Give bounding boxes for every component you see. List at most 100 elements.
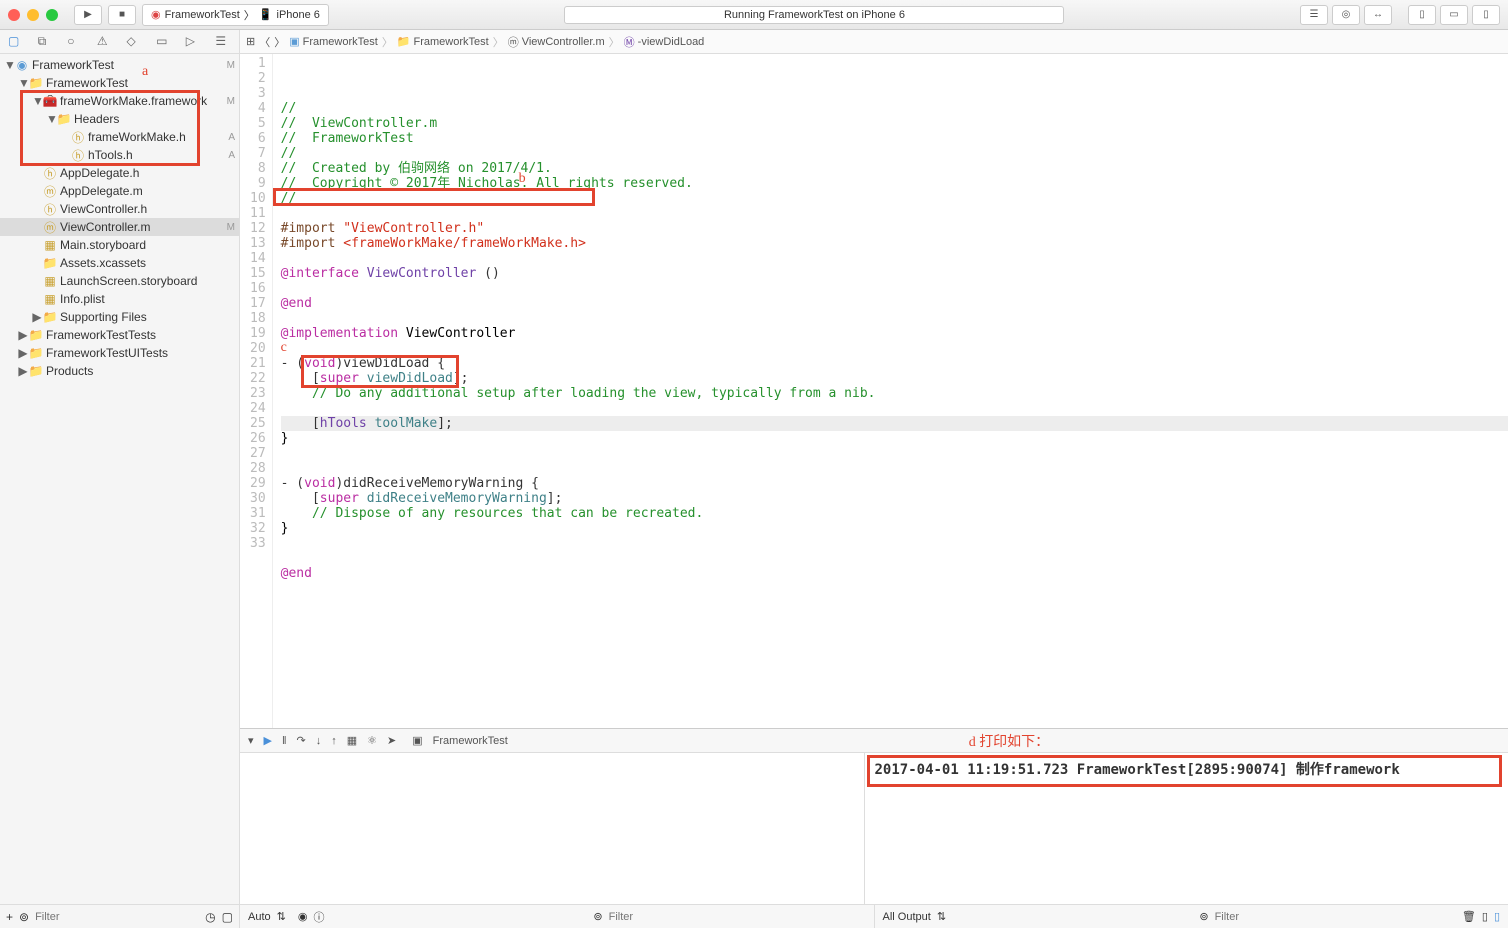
hide-debug-icon[interactable]: ▾ <box>248 734 254 747</box>
variables-filter-bar: Auto⇅ ◉ ⓘ ⊚ <box>240 905 874 928</box>
debug-area: ▾ ▶ ‖ ↷ ↓ ↑ ▦ ⚛ ➤ ▣ FrameworkTest d 打印如下… <box>240 728 1508 928</box>
variables-view[interactable] <box>240 753 865 904</box>
line-gutter: 1234567891011121314151617181920212223242… <box>240 54 273 728</box>
jump-bar[interactable]: ⊞ 〈 〉 ▣FrameworkTest 〉 📁FrameworkTest 〉 … <box>240 30 1508 54</box>
symbol-navigator-icon[interactable]: ○ <box>67 34 83 50</box>
console-filter-bar: All Output⇅ ⊚ 🗑 ▯ ▯ <box>874 905 1508 928</box>
toggle-right-pane-icon[interactable]: ▯ <box>1494 910 1500 923</box>
location-icon[interactable]: ➤ <box>387 734 396 747</box>
navigator-selector: ▢ ⧉ ○ ⚠ ◇ ▭ ▷ ☰ <box>0 30 239 54</box>
forward-button[interactable]: 〉 <box>274 34 285 50</box>
navigator-filter-bar: + ⊚ ◷ ▢ <box>0 904 239 928</box>
variables-filter-input[interactable] <box>609 911 866 923</box>
run-button[interactable]: ▶ <box>74 5 102 25</box>
project-icon: ▣ <box>289 35 299 48</box>
source-control-icon[interactable]: ⧉ <box>38 34 54 50</box>
annotation-label-c: c <box>281 340 287 355</box>
tree-label: FrameworkTest <box>32 58 225 72</box>
add-icon[interactable]: + <box>6 910 13 924</box>
toggle-utilities-button[interactable]: ▯ <box>1472 5 1500 25</box>
recent-filter-icon[interactable]: ◷ <box>205 910 215 924</box>
tree-row[interactable]: ⓗframeWorkMake.hA <box>0 128 239 146</box>
filter-icon: ⊚ <box>593 910 602 923</box>
stop-button[interactable]: ■ <box>108 5 136 25</box>
folder-icon: 📁 <box>397 35 411 48</box>
step-out-icon[interactable]: ↑ <box>331 735 337 747</box>
device-name: iPhone 6 <box>277 9 320 21</box>
view-debug-icon[interactable]: ▦ <box>347 734 357 747</box>
clear-console-icon[interactable]: 🗑 <box>1462 910 1476 923</box>
tree-row[interactable]: ⓜViewController.mM <box>0 218 239 236</box>
standard-editor-button[interactable]: ☰ <box>1300 5 1328 25</box>
scheme-selector[interactable]: ◉ FrameworkTest 〉 📱 iPhone 6 <box>142 4 329 26</box>
crumb-3[interactable]: -viewDidLoad <box>638 36 705 48</box>
scm-status: M <box>227 60 235 71</box>
tree-root[interactable]: ▼◉ FrameworkTest M <box>0 56 239 74</box>
tree-row[interactable]: ⓜAppDelegate.m <box>0 182 239 200</box>
tree-row[interactable]: ⓗViewController.h <box>0 200 239 218</box>
device-icon: 📱 <box>259 8 273 21</box>
traffic-lights <box>8 9 58 21</box>
project-tree[interactable]: ▼◉ FrameworkTest M ▼📁FrameworkTest▼🧰fram… <box>0 54 239 904</box>
toggle-debug-button[interactable]: ▭ <box>1440 5 1468 25</box>
project-navigator-icon[interactable]: ▢ <box>8 34 24 50</box>
navigator-filter-input[interactable] <box>35 911 199 923</box>
crumb-2[interactable]: ViewController.m <box>522 36 605 48</box>
editor-area: ⊞ 〈 〉 ▣FrameworkTest 〉 📁FrameworkTest 〉 … <box>240 30 1508 928</box>
navigator: ▢ ⧉ ○ ⚠ ◇ ▭ ▷ ☰ ▼◉ FrameworkTest M ▼📁Fra… <box>0 30 240 928</box>
output-scope[interactable]: All Output <box>883 911 931 923</box>
debug-toolbar: ▾ ▶ ‖ ↷ ↓ ↑ ▦ ⚛ ➤ ▣ FrameworkTest d 打印如下… <box>240 729 1508 753</box>
annotation-label-a: a <box>142 64 148 80</box>
memory-graph-icon[interactable]: ⚛ <box>367 734 377 747</box>
toggle-left-pane-icon[interactable]: ▯ <box>1482 910 1488 923</box>
tree-row[interactable]: 📁Assets.xcassets <box>0 254 239 272</box>
tree-row[interactable]: ▶📁Supporting Files <box>0 308 239 326</box>
tree-row[interactable]: ▶📁FrameworkTestUITests <box>0 344 239 362</box>
tree-row[interactable]: ▼📁Headers <box>0 110 239 128</box>
tree-row[interactable]: ▼🧰frameWorkMake.frameworkM <box>0 92 239 110</box>
quicklook-icon[interactable]: ◉ <box>298 910 308 923</box>
console-filter-input[interactable] <box>1215 911 1456 923</box>
annotation-label-b: b <box>519 171 526 186</box>
minimize-button[interactable] <box>27 9 39 21</box>
console-view[interactable]: 2017-04-01 11:19:51.723 FrameworkTest[28… <box>865 753 1508 904</box>
source-editor[interactable]: 1234567891011121314151617181920212223242… <box>240 54 1508 728</box>
process-name[interactable]: FrameworkTest <box>433 735 508 747</box>
debug-navigator-icon[interactable]: ▭ <box>156 34 172 50</box>
method-icon: Ⓜ <box>624 34 635 50</box>
tree-row[interactable]: ▦Info.plist <box>0 290 239 308</box>
auto-scope[interactable]: Auto <box>248 911 271 923</box>
breakpoints-icon[interactable]: ▶ <box>264 734 272 747</box>
test-navigator-icon[interactable]: ◇ <box>127 34 143 50</box>
print-icon[interactable]: ⓘ <box>313 909 324 925</box>
scheme-separator: 〉 <box>244 7 255 23</box>
back-button[interactable]: 〈 <box>259 34 270 50</box>
continue-icon[interactable]: ‖ <box>282 735 287 747</box>
close-button[interactable] <box>8 9 20 21</box>
annotation-label-d: d 打印如下： <box>969 731 1050 751</box>
find-navigator-icon[interactable]: ⚠ <box>97 34 113 50</box>
step-into-icon[interactable]: ↓ <box>316 735 322 747</box>
related-items-icon[interactable]: ⊞ <box>246 35 255 48</box>
tree-row[interactable]: ▼📁FrameworkTest <box>0 74 239 92</box>
tree-row[interactable]: ⓗhTools.hA <box>0 146 239 164</box>
crumb-0[interactable]: FrameworkTest <box>303 36 378 48</box>
scm-filter-icon[interactable]: ▢ <box>222 910 233 924</box>
m-file-icon: ⓜ <box>508 34 519 50</box>
step-over-icon[interactable]: ↷ <box>297 734 306 747</box>
zoom-button[interactable] <box>46 9 58 21</box>
tree-row[interactable]: ▦LaunchScreen.storyboard <box>0 272 239 290</box>
toggle-navigator-button[interactable]: ▯ <box>1408 5 1436 25</box>
target-icon: ◉ <box>151 8 161 21</box>
tree-row[interactable]: ⓗAppDelegate.h <box>0 164 239 182</box>
crumb-1[interactable]: FrameworkTest <box>414 36 489 48</box>
code-content[interactable]: //// ViewController.m// FrameworkTest///… <box>273 54 1508 728</box>
assistant-editor-button[interactable]: ◎ <box>1332 5 1360 25</box>
tree-row[interactable]: ▶📁Products <box>0 362 239 380</box>
tree-row[interactable]: ▶📁FrameworkTestTests <box>0 326 239 344</box>
breakpoint-navigator-icon[interactable]: ▷ <box>186 34 202 50</box>
toolbar: ▶ ■ ◉ FrameworkTest 〉 📱 iPhone 6 Running… <box>0 0 1508 30</box>
version-editor-button[interactable]: ↔ <box>1364 5 1392 25</box>
tree-row[interactable]: ▦Main.storyboard <box>0 236 239 254</box>
report-navigator-icon[interactable]: ☰ <box>215 34 231 50</box>
